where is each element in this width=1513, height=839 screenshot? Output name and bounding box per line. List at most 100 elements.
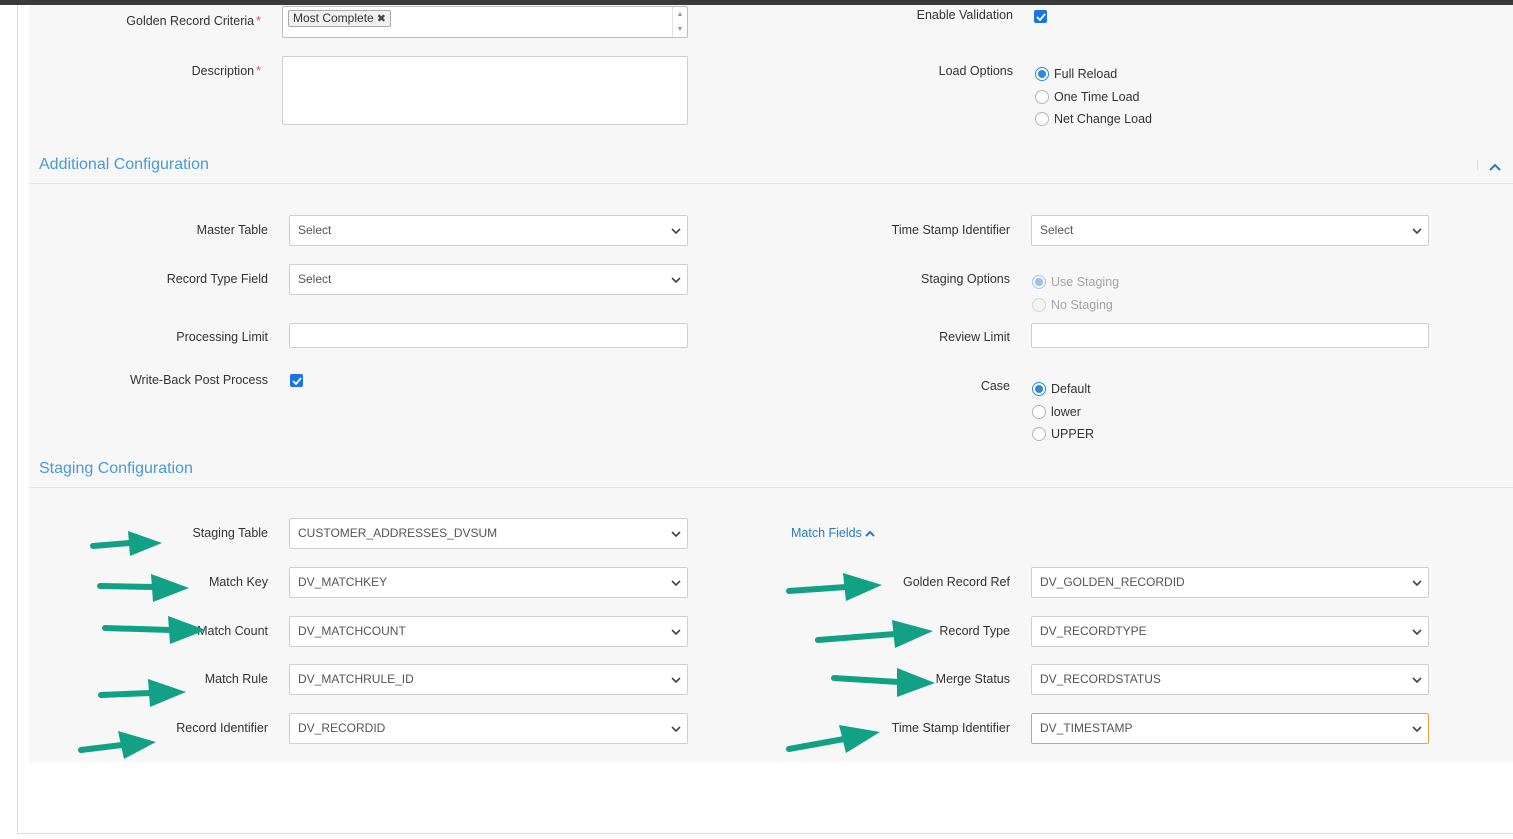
select-value: Select xyxy=(298,272,332,286)
processing-limit-input[interactable] xyxy=(289,323,688,348)
page-bottom-border xyxy=(17,833,1513,834)
merge-status-label: Merge Status xyxy=(935,672,1010,686)
radio-icon xyxy=(1032,275,1046,289)
staging-time-stamp-identifier-label: Time Stamp Identifier xyxy=(891,721,1010,735)
review-limit-input[interactable] xyxy=(1031,323,1429,348)
radio-label: Net Change Load xyxy=(1054,112,1152,126)
record-type-field-label: Record Type Field xyxy=(166,272,268,286)
select-value: DV_RECORDID xyxy=(298,721,386,735)
radio-icon xyxy=(1032,382,1046,396)
annotation-arrow-icon xyxy=(786,573,882,601)
match-rule-label: Match Rule xyxy=(204,672,268,686)
radio-icon xyxy=(1035,67,1049,81)
time-stamp-identifier-select[interactable]: Select xyxy=(1031,215,1429,246)
record-identifier-label: Record Identifier xyxy=(176,721,268,735)
select-value: DV_MATCHCOUNT xyxy=(298,624,406,638)
select-value: DV_GOLDEN_RECORDID xyxy=(1040,575,1185,589)
up-icon[interactable]: ▲ xyxy=(677,11,684,18)
chevron-down-icon xyxy=(1412,617,1422,646)
select-value: Select xyxy=(1040,223,1074,237)
radio-full-reload[interactable]: Full Reload xyxy=(1035,67,1117,81)
match-key-label: Match Key xyxy=(208,575,268,589)
radio-case-upper[interactable]: UPPER xyxy=(1032,427,1094,441)
annotation-arrow-icon xyxy=(102,616,206,644)
down-icon[interactable]: ▼ xyxy=(677,26,684,33)
golden-record-criteria-label: Golden Record Criteria * xyxy=(126,14,261,28)
select-value: DV_MATCHKEY xyxy=(298,575,388,589)
radio-label: Full Reload xyxy=(1054,67,1118,81)
description-textarea[interactable] xyxy=(282,56,688,125)
record-type-field-select[interactable]: Select xyxy=(289,264,688,295)
staging-table-select[interactable]: CUSTOMER_ADDRESSES_DVSUM xyxy=(289,518,688,549)
merge-status-select[interactable]: DV_RECORDSTATUS xyxy=(1031,664,1429,695)
chevron-down-icon xyxy=(1412,714,1422,743)
enable-validation-checkbox[interactable] xyxy=(1034,10,1047,23)
check-icon xyxy=(1035,12,1046,21)
processing-limit-label: Processing Limit xyxy=(176,330,268,344)
radio-icon xyxy=(1035,90,1049,104)
select-value: DV_TIMESTAMP xyxy=(1040,721,1133,735)
radio-one-time-load[interactable]: One Time Load xyxy=(1035,90,1139,104)
additional-configuration-title: Additional Configuration xyxy=(39,156,209,173)
chevron-down-icon xyxy=(1412,665,1422,694)
match-count-select[interactable]: DV_MATCHCOUNT xyxy=(289,616,688,647)
annotation-arrow-icon xyxy=(815,620,933,648)
chevron-down-icon xyxy=(671,714,681,743)
criteria-tag: Most Complete ✖ xyxy=(288,10,391,27)
record-identifier-select[interactable]: DV_RECORDID xyxy=(289,713,688,744)
select-value: Select xyxy=(298,223,332,237)
write-back-checkbox[interactable] xyxy=(290,374,303,387)
match-key-select[interactable]: DV_MATCHKEY xyxy=(289,567,688,598)
match-fields-link[interactable]: Match Fields xyxy=(791,526,876,540)
scroll-spinner[interactable]: ▲ ▼ xyxy=(672,7,687,37)
separator xyxy=(1477,160,1478,170)
radio-case-default[interactable]: Default xyxy=(1032,382,1091,396)
radio-case-lower[interactable]: lower xyxy=(1032,405,1081,419)
write-back-label: Write-Back Post Process xyxy=(129,373,268,387)
golden-record-ref-select[interactable]: DV_GOLDEN_RECORDID xyxy=(1031,567,1429,598)
radio-label: lower xyxy=(1051,405,1081,419)
staging-options-label: Staging Options xyxy=(921,272,1010,286)
remove-tag-icon[interactable]: ✖ xyxy=(377,13,386,25)
record-type-label: Record Type xyxy=(939,624,1010,638)
chevron-down-icon xyxy=(1412,216,1422,245)
golden-record-ref-label: Golden Record Ref xyxy=(902,575,1010,589)
chevron-down-icon xyxy=(671,568,681,597)
chevron-down-icon xyxy=(671,665,681,694)
master-table-select[interactable]: Select xyxy=(289,215,688,246)
radio-icon xyxy=(1035,112,1049,126)
staging-configuration-title: Staging Configuration xyxy=(39,460,193,477)
radio-use-staging: Use Staging xyxy=(1032,275,1119,289)
select-value: DV_RECORDTYPE xyxy=(1040,624,1147,638)
radio-net-change-load[interactable]: Net Change Load xyxy=(1035,112,1152,126)
master-table-label: Master Table xyxy=(196,223,268,237)
staging-table-label: Staging Table xyxy=(192,526,268,540)
radio-icon xyxy=(1032,298,1046,312)
radio-label: Use Staging xyxy=(1051,275,1120,289)
collapse-chevron-up-icon[interactable] xyxy=(1489,160,1501,174)
record-type-select[interactable]: DV_RECORDTYPE xyxy=(1031,616,1429,647)
load-options-label: Load Options xyxy=(938,64,1013,78)
chevron-down-icon xyxy=(671,617,681,646)
match-rule-select[interactable]: DV_MATCHRULE_ID xyxy=(289,664,688,695)
review-limit-label: Review Limit xyxy=(939,330,1010,344)
annotation-arrow-icon xyxy=(97,574,189,602)
chevron-down-icon xyxy=(671,519,681,548)
chevron-up-icon xyxy=(865,530,876,537)
link-label: Match Fields xyxy=(791,526,862,540)
check-icon xyxy=(291,376,302,385)
radio-label: Default xyxy=(1051,382,1091,396)
page-left-border xyxy=(17,5,18,834)
section-divider xyxy=(29,487,1513,488)
golden-record-criteria-input[interactable]: Most Complete ✖ ▲ ▼ xyxy=(282,6,688,38)
chevron-down-icon xyxy=(671,216,681,245)
select-value: DV_MATCHRULE_ID xyxy=(298,672,414,686)
radio-label: No Staging xyxy=(1051,298,1113,312)
time-stamp-identifier-label: Time Stamp Identifier xyxy=(891,223,1010,237)
select-value: CUSTOMER_ADDRESSES_DVSUM xyxy=(298,526,498,540)
staging-time-stamp-identifier-select[interactable]: DV_TIMESTAMP xyxy=(1031,713,1429,744)
annotation-arrow-icon xyxy=(786,725,880,753)
enable-validation-label: Enable Validation xyxy=(916,8,1013,22)
case-label: Case xyxy=(980,379,1010,393)
radio-icon xyxy=(1032,427,1046,441)
